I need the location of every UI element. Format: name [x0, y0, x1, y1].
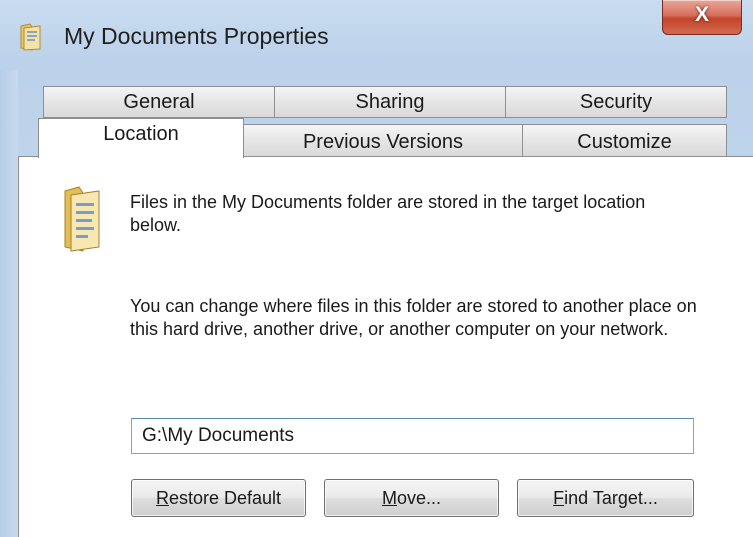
folder-documents-icon [64, 186, 100, 252]
tab-previous-versions[interactable]: Previous Versions [243, 124, 523, 158]
location-info-text: Files in the My Documents folder are sto… [130, 192, 646, 235]
find-target-button[interactable]: Find Target... [517, 479, 694, 517]
tab-label: General [123, 91, 195, 113]
location-change-text: You can change where files in this folde… [130, 296, 697, 339]
tab-label: Previous Versions [302, 131, 464, 153]
folder-documents-icon [20, 23, 41, 51]
close-icon: X [694, 3, 709, 26]
target-path-input[interactable]: G:\My Documents [131, 418, 694, 454]
button-label: ind Target... [564, 488, 658, 508]
tab-customize[interactable]: Customize [522, 124, 727, 158]
location-panel: Files in the My Documents folder are sto… [18, 156, 753, 537]
button-label: ove... [396, 488, 442, 508]
tab-label: Customize [577, 131, 672, 153]
move-button[interactable]: Move... [324, 479, 499, 517]
button-label: estore Default [168, 488, 282, 508]
tab-label: Sharing [355, 91, 425, 113]
tab-label: Security [579, 91, 653, 113]
restore-default-button[interactable]: Restore Default [131, 479, 306, 517]
mnemonic: R [155, 488, 169, 508]
window-title: My Documents Properties [64, 23, 329, 49]
target-path-value: G:\My Documents [142, 425, 295, 446]
tab-security[interactable]: Security [505, 86, 727, 118]
mnemonic: F [553, 488, 565, 508]
tab-sharing[interactable]: Sharing [274, 86, 506, 118]
tab-location[interactable]: Location [38, 118, 244, 158]
mnemonic: M [381, 488, 397, 508]
title-bar[interactable]: My Documents Properties X [0, 0, 753, 70]
properties-window: My Documents Properties X General Sharin… [0, 0, 753, 537]
window-frame-left [0, 70, 18, 537]
tab-general[interactable]: General [43, 86, 275, 118]
close-button[interactable]: X [662, 0, 742, 35]
tab-label: Location [103, 123, 179, 145]
